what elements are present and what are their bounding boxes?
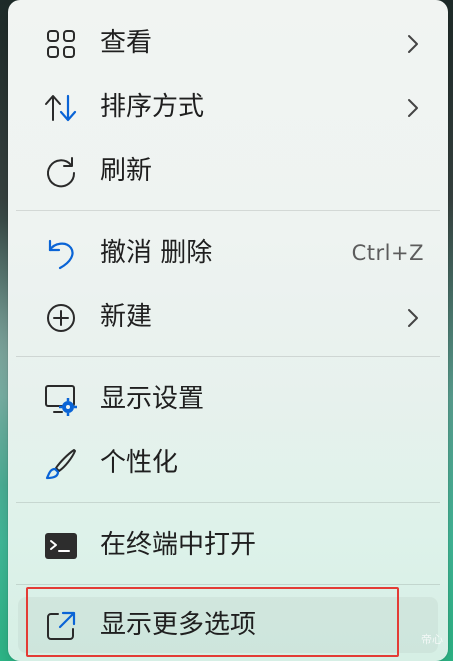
menu-item-open-terminal[interactable]: 在终端中打开 [18, 517, 438, 573]
menu-item-label: 撤消 删除 [100, 238, 213, 268]
shortcut-text: Ctrl+Z [351, 241, 424, 265]
display-settings-icon [44, 383, 78, 417]
menu-item-undo-delete[interactable]: 撤消 删除 Ctrl+Z [18, 225, 438, 281]
menu-separator [16, 584, 440, 585]
menu-item-label: 排序方式 [100, 92, 205, 122]
terminal-icon [44, 529, 78, 563]
menu-item-label: 查看 [100, 28, 153, 58]
menu-item-label: 新建 [100, 302, 153, 332]
context-menu: 查看 排序方式 刷新 撤消 删除 Ctrl+Z 新建 显示设置 个性化 在终端中… [8, 0, 448, 661]
sort-icon [44, 91, 78, 125]
menu-item-show-more-options[interactable]: 显示更多选项 [18, 597, 438, 653]
menu-item-view[interactable]: 查看 [18, 15, 438, 71]
more-options-icon [44, 609, 78, 643]
menu-separator [16, 356, 440, 357]
menu-separator [16, 210, 440, 211]
menu-item-label: 刷新 [100, 156, 153, 186]
menu-item-label: 个性化 [100, 448, 179, 478]
menu-item-refresh[interactable]: 刷新 [18, 143, 438, 199]
menu-item-sort[interactable]: 排序方式 [18, 79, 438, 135]
menu-item-label: 显示更多选项 [100, 610, 257, 640]
undo-icon [44, 237, 78, 271]
refresh-icon [44, 155, 78, 189]
menu-separator [16, 502, 440, 503]
brush-icon [44, 447, 78, 481]
menu-item-label: 显示设置 [100, 384, 205, 414]
chevron-right-icon [404, 96, 422, 120]
watermark-text: 帝心 [421, 633, 443, 646]
menu-item-display-settings[interactable]: 显示设置 [18, 371, 438, 427]
menu-item-label: 在终端中打开 [100, 530, 257, 560]
chevron-right-icon [404, 306, 422, 330]
menu-item-new[interactable]: 新建 [18, 289, 438, 345]
new-icon [44, 301, 78, 335]
chevron-right-icon [404, 32, 422, 56]
grid-icon [44, 27, 78, 61]
menu-item-personalize[interactable]: 个性化 [18, 435, 438, 491]
